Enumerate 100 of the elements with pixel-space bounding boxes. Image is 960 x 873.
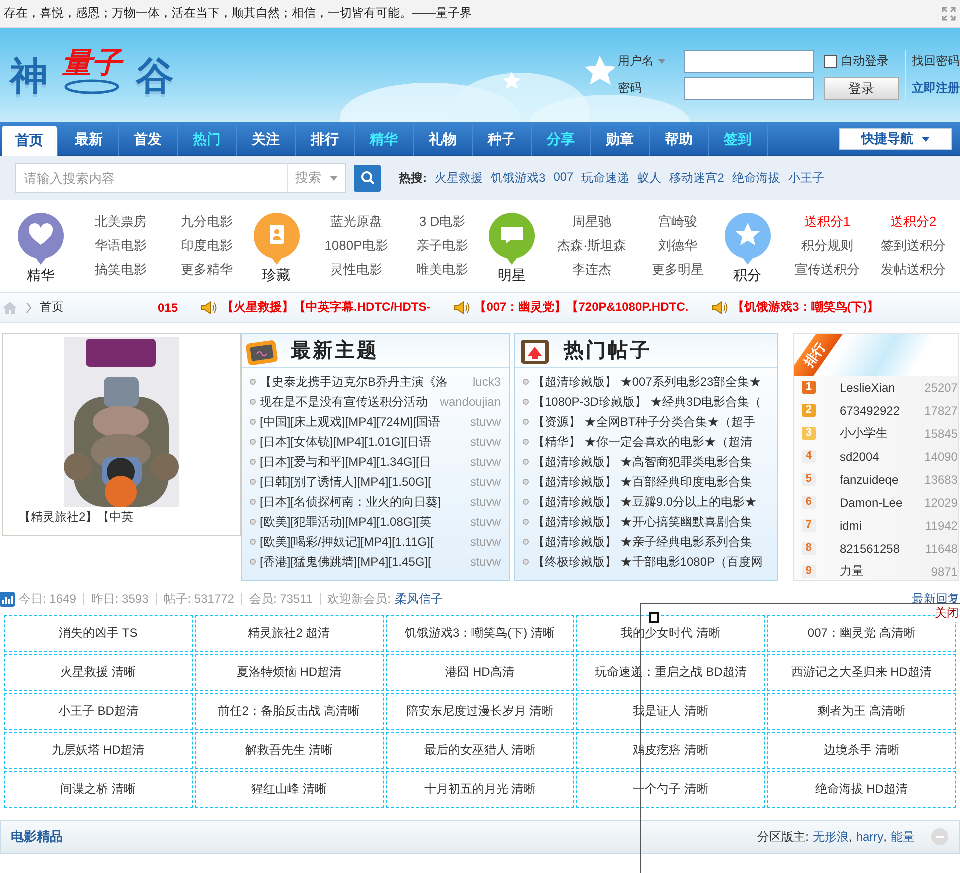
movie-link[interactable]: 火星救援 清晰 xyxy=(4,654,193,691)
login-button[interactable]: 登录 xyxy=(824,77,899,100)
category-link[interactable]: 签到送积分 xyxy=(870,237,956,255)
caret-icon xyxy=(922,136,930,142)
moderator-link[interactable]: 无形浪 xyxy=(812,828,849,846)
search-button[interactable] xyxy=(354,164,381,192)
category-link[interactable]: 九分电影 xyxy=(164,213,250,231)
thread-link[interactable]: 【超清珍藏版】 ★007系列电影23部全集★ xyxy=(533,374,777,390)
category-link[interactable]: 送积分2 xyxy=(870,213,956,231)
member-link[interactable]: 柔风信子 xyxy=(394,590,443,608)
thread-link[interactable]: 【超清珍藏版】 ★亲子经典电影系列合集 xyxy=(533,534,777,550)
movie-link[interactable]: 绝命海拔 HD超清 xyxy=(767,771,956,808)
hot-search-link[interactable]: 移动迷宫2 xyxy=(670,170,724,186)
ticker-link[interactable]: 015 xyxy=(158,300,178,314)
category-link[interactable]: 宫崎骏 xyxy=(635,213,721,231)
user-name: fanzuideqe xyxy=(840,472,900,486)
author-name: stuvw xyxy=(470,435,501,449)
category-link[interactable]: 灵性电影 xyxy=(314,261,400,279)
hot-search-link[interactable]: 玩命速递 xyxy=(582,170,630,186)
hot-search-link[interactable]: 饥饿游戏3 xyxy=(491,170,546,186)
movie-link[interactable]: 西游记之大圣归来 HD超清 xyxy=(767,654,956,691)
ticker-link[interactable]: 【007：幽灵党】【720P&1080P.HDTC. xyxy=(474,299,689,316)
password-field[interactable] xyxy=(684,77,814,100)
nav-tab[interactable]: 首页 xyxy=(2,126,58,156)
category-link[interactable]: 宣传送积分 xyxy=(784,261,870,279)
quick-nav-button[interactable]: 快捷导航 xyxy=(839,128,952,150)
category-link[interactable]: 周星驰 xyxy=(549,213,635,231)
hot-search-link[interactable]: 蚁人 xyxy=(638,170,662,186)
ticker-link[interactable]: 【饥饿游戏3：嘲笑鸟(下)】 xyxy=(732,299,880,316)
moderator-link[interactable]: 能量 xyxy=(891,828,915,846)
movie-link[interactable]: 夏洛特烦恼 HD超清 xyxy=(194,654,384,691)
category-link[interactable]: 积分规则 xyxy=(784,237,870,255)
thread-link[interactable]: 【超清珍藏版】 ★高智商犯罪类电影合集 xyxy=(533,454,777,470)
stat-text: 今日: 1649 xyxy=(18,593,78,605)
thread-link[interactable]: [香港][猛鬼佛跳墙][MP4][1.45G][ xyxy=(260,554,466,570)
thread-link[interactable]: [中国][床上观戏][MP4][724M][国语 xyxy=(260,414,466,430)
logo-text: 神 xyxy=(10,57,48,95)
thread-link[interactable]: [日本][爱与和平][MP4][1.34G][日 xyxy=(260,454,466,470)
category-link[interactable]: 1080P电影 xyxy=(314,237,400,255)
category-link[interactable]: 印度电影 xyxy=(164,237,250,255)
thread-link[interactable]: [日韩][别了诱情人][MP4][1.50G][ xyxy=(260,474,466,490)
category-link[interactable]: 唯美电影 xyxy=(400,261,486,279)
username-field[interactable] xyxy=(684,50,814,73)
thread-link[interactable]: 【1080P-3D珍藏版】 ★经典3D电影合集（ xyxy=(533,394,777,410)
movie-link[interactable]: 间谍之桥 清晰 xyxy=(4,771,193,808)
category-link[interactable]: 送积分1 xyxy=(784,213,870,231)
category-link[interactable]: 刘德华 xyxy=(635,237,721,255)
close-link[interactable]: 关闭 xyxy=(935,605,959,622)
movie-link[interactable]: 剩者为王 高清晰 xyxy=(767,693,956,730)
thread-link[interactable]: [欧美][犯罪活动][MP4][1.08G][英 xyxy=(260,514,466,530)
movie-link[interactable]: 九层妖塔 HD超清 xyxy=(4,732,193,769)
user-name: sd2004 xyxy=(840,450,880,464)
movie-link[interactable]: 陪安东尼度过漫长岁月 清晰 xyxy=(386,693,574,730)
hot-search-link[interactable]: 007 xyxy=(554,170,574,186)
hot-search-link[interactable]: 绝命海拔 xyxy=(732,170,780,186)
movie-link[interactable]: 精灵旅社2 超清 xyxy=(194,615,384,652)
category-link[interactable]: 更多精华 xyxy=(164,261,250,279)
thread-link[interactable]: [欧美][喝彩/押奴记][MP4][1.11G][ xyxy=(260,534,466,550)
category-link[interactable]: 李连杰 xyxy=(549,261,635,279)
category-link[interactable]: 蓝光原盘 xyxy=(314,213,400,231)
hot-search-link[interactable]: 小王子 xyxy=(788,170,824,186)
moderator-link[interactable]: harry xyxy=(856,830,884,844)
thread-link[interactable]: 【超清珍藏版】 ★豆瓣9.0分以上的电影★ xyxy=(533,494,777,510)
movie-link[interactable]: 小王子 BD超清 xyxy=(4,693,193,730)
ticker-link[interactable]: 【火星救援】【中英字幕.HDTC/HDTS- xyxy=(222,299,431,316)
fullscreen-icon[interactable] xyxy=(942,6,956,20)
category-link[interactable]: 亲子电影 xyxy=(400,237,486,255)
search-field[interactable]: 请输入搜索内容 xyxy=(15,163,287,193)
category-link[interactable]: 北美票房 xyxy=(78,213,164,231)
movie-link[interactable]: 解救吾先生 清晰 xyxy=(194,732,384,769)
movie-link[interactable]: 前任2：备胎反击战 高清晰 xyxy=(194,693,384,730)
home-icon[interactable] xyxy=(2,300,18,314)
movie-link[interactable]: 港囧 HD高清 xyxy=(386,654,574,691)
thread-link[interactable]: 现在是不是没有宣传送积分活动 xyxy=(260,394,436,410)
category-title: 积分 xyxy=(734,267,762,285)
link[interactable]: 找回密码 xyxy=(912,53,960,70)
hot-search-link[interactable]: 火星救援 xyxy=(435,170,483,186)
thread-link[interactable]: 【资源】 ★全网BT种子分类合集★（超手 xyxy=(533,414,777,430)
category-link[interactable]: 杰森·斯坦森 xyxy=(549,237,635,255)
link[interactable]: 立即注册 xyxy=(912,80,960,97)
movie-link[interactable]: 饥饿游戏3：嘲笑鸟(下) 清晰 xyxy=(386,615,574,652)
thread-link[interactable]: 【终极珍藏版】 ★千部电影1080P（百度网 xyxy=(533,554,777,570)
thread-link[interactable]: 【史泰龙携手迈克尔B乔丹主演《洛 xyxy=(260,374,469,390)
thread-link[interactable]: 【超清珍藏版】 ★开心搞笑幽默喜剧合集 xyxy=(533,514,777,530)
category-link[interactable]: 3 D电影 xyxy=(400,213,486,231)
checkbox[interactable] xyxy=(824,55,837,68)
category-link[interactable]: 更多明星 xyxy=(635,261,721,279)
thread-link[interactable]: 【超清珍藏版】 ★百部经典印度电影合集 xyxy=(533,474,777,490)
thread-link[interactable]: 【精华】 ★你一定会喜欢的电影★（超清 xyxy=(533,434,777,450)
category-link[interactable]: 华语电影 xyxy=(78,237,164,255)
thread-link[interactable]: [日本][名侦探柯南：业火的向日葵] xyxy=(260,494,466,510)
movie-link[interactable]: 边境杀手 清晰 xyxy=(767,732,956,769)
movie-link[interactable]: 十月初五的月光 清晰 xyxy=(386,771,574,808)
movie-link[interactable]: 最后的女巫猎人 清晰 xyxy=(386,732,574,769)
thread-link[interactable]: [日本][女体铳][MP4][1.01G][日语 xyxy=(260,434,466,450)
movie-link[interactable]: 猩红山峰 清晰 xyxy=(194,771,384,808)
movie-link[interactable]: 消失的凶手 TS xyxy=(4,615,193,652)
category-link[interactable]: 搞笑电影 xyxy=(78,261,164,279)
breadcrumb-link[interactable]: 首页 xyxy=(40,299,64,316)
category-link[interactable]: 发帖送积分 xyxy=(870,261,956,279)
